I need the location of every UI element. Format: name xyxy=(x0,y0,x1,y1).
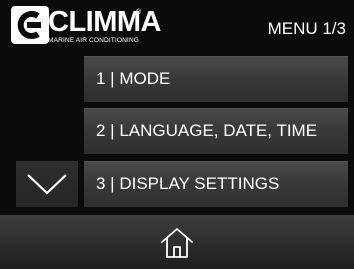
menu-item-language-date-time[interactable]: 2 | LANGUAGE, DATE, TIME xyxy=(84,108,348,154)
climma-logo-mark xyxy=(11,6,49,44)
menu-item-label: 2 | LANGUAGE, DATE, TIME xyxy=(96,121,318,140)
menu-item-mode[interactable]: 1 | MODE xyxy=(84,56,348,102)
brand-tagline: MARINE AIR CONDITIONING xyxy=(48,37,139,44)
home-button[interactable] xyxy=(157,225,197,261)
menu-item-label: 3 | DISPLAY SETTINGS xyxy=(96,174,280,193)
chevron-down-icon xyxy=(27,174,67,195)
registered-mark: ® xyxy=(136,9,142,16)
scroll-down-button[interactable] xyxy=(16,161,78,207)
bottom-bar xyxy=(0,215,354,269)
menu-item-label: 1 | MODE xyxy=(96,69,171,88)
home-icon xyxy=(161,228,193,258)
header: CLIMMA ® MARINE AIR CONDITIONING MENU 1/… xyxy=(0,0,354,56)
brand-name: CLIMMA xyxy=(48,6,161,38)
menu-item-display-settings[interactable]: 3 | DISPLAY SETTINGS xyxy=(84,161,348,207)
menu-page-indicator: MENU 1/3 xyxy=(267,19,346,38)
device-screen: CLIMMA ® MARINE AIR CONDITIONING MENU 1/… xyxy=(0,0,354,269)
climma-logo: CLIMMA ® MARINE AIR CONDITIONING xyxy=(10,5,161,51)
